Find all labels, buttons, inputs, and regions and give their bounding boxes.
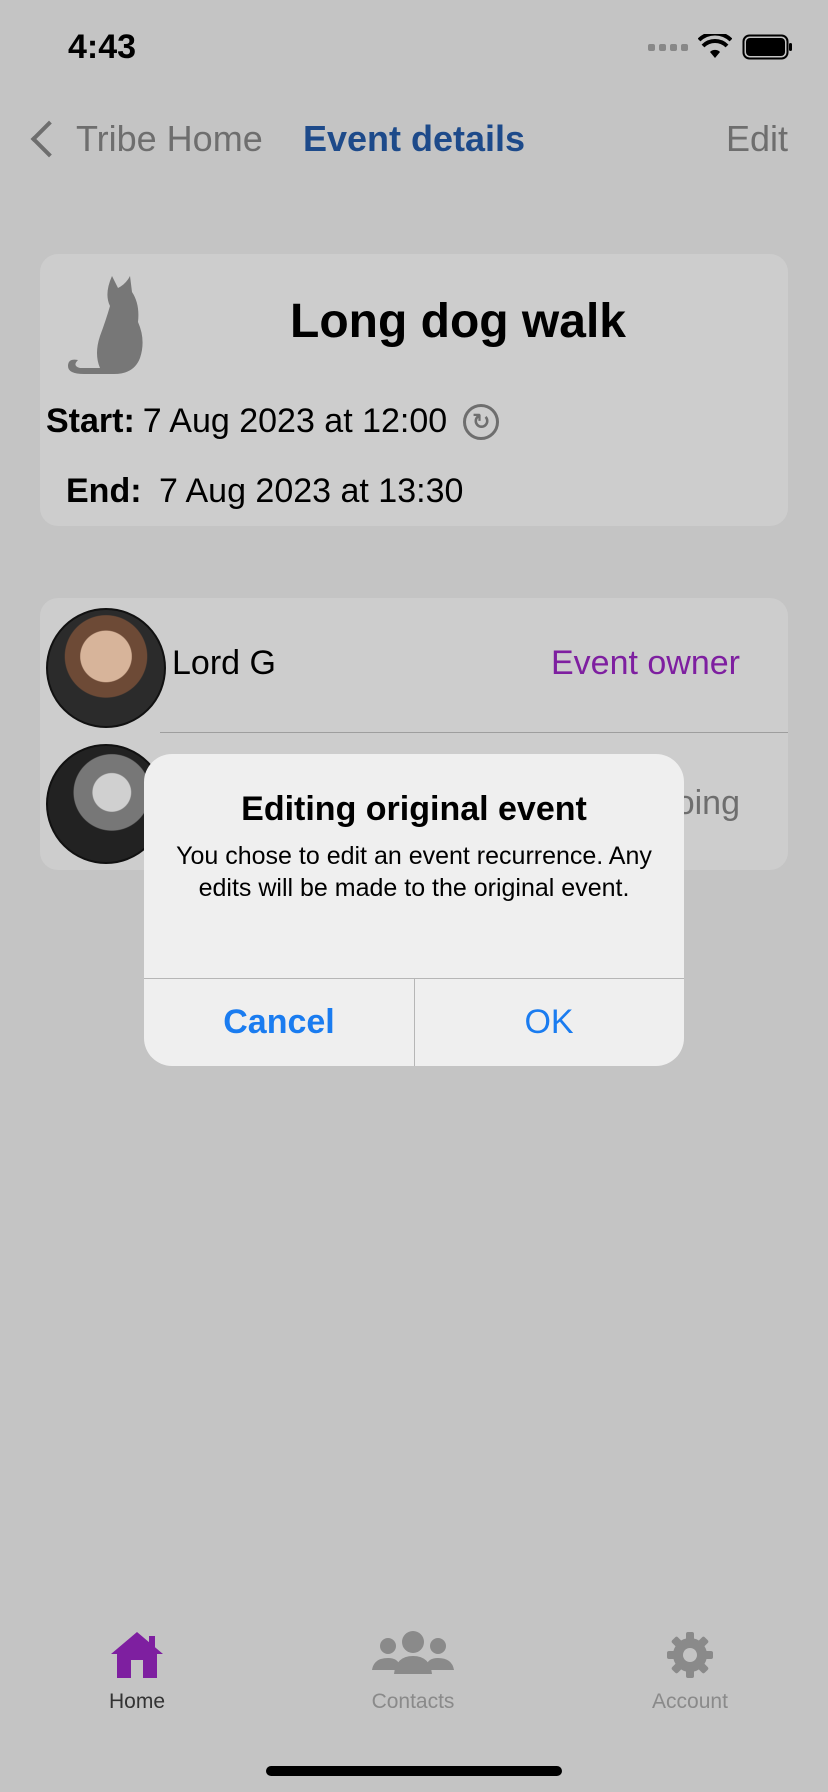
tab-contacts[interactable]: Contacts xyxy=(333,1630,493,1714)
participant-role: oing xyxy=(675,784,740,822)
event-card: Long dog walk Start: 7 Aug 2023 at 12:00… xyxy=(40,254,788,526)
start-value: 7 Aug 2023 at 12:00 xyxy=(142,402,448,440)
start-label: Start: xyxy=(46,402,135,440)
cancel-button[interactable]: Cancel xyxy=(144,978,414,1066)
battery-icon xyxy=(742,34,792,60)
ok-button[interactable]: OK xyxy=(414,978,684,1066)
status-icons xyxy=(648,34,794,60)
page-title: Event details xyxy=(302,118,526,159)
participant-name: Lord G xyxy=(172,644,276,682)
end-label: End: xyxy=(66,472,142,510)
avatar[interactable] xyxy=(46,608,166,728)
divider xyxy=(160,732,788,733)
contacts-icon xyxy=(372,1631,454,1674)
wifi-icon xyxy=(698,34,732,58)
repeat-icon: ↻ xyxy=(463,403,500,440)
status-time: 4:43 xyxy=(68,28,137,66)
home-icon xyxy=(111,1632,163,1678)
gear-icon xyxy=(667,1632,713,1678)
alert-message: You chose to edit an event recurrence. A… xyxy=(176,842,652,902)
start-row: Start: 7 Aug 2023 at 12:00 ↻ xyxy=(46,402,500,441)
tab-label: Account xyxy=(652,1690,728,1713)
participant-role: Event owner xyxy=(551,644,740,682)
tab-home[interactable]: Home xyxy=(57,1630,217,1714)
home-indicator xyxy=(266,1766,562,1776)
signal-icon xyxy=(648,43,688,51)
edit-button[interactable]: Edit xyxy=(726,118,788,160)
event-title: Long dog walk xyxy=(290,295,626,348)
cat-icon xyxy=(68,276,143,374)
alert-dialog: Editing original event You chose to edit… xyxy=(144,754,684,1066)
tab-account[interactable]: Account xyxy=(610,1630,770,1714)
end-row: End: 7 Aug 2023 at 13:30 xyxy=(66,472,463,511)
tab-label: Contacts xyxy=(371,1690,455,1713)
end-value: 7 Aug 2023 at 13:30 xyxy=(159,472,464,510)
alert-title: Editing original event xyxy=(241,790,587,828)
tab-label: Home xyxy=(108,1690,166,1713)
